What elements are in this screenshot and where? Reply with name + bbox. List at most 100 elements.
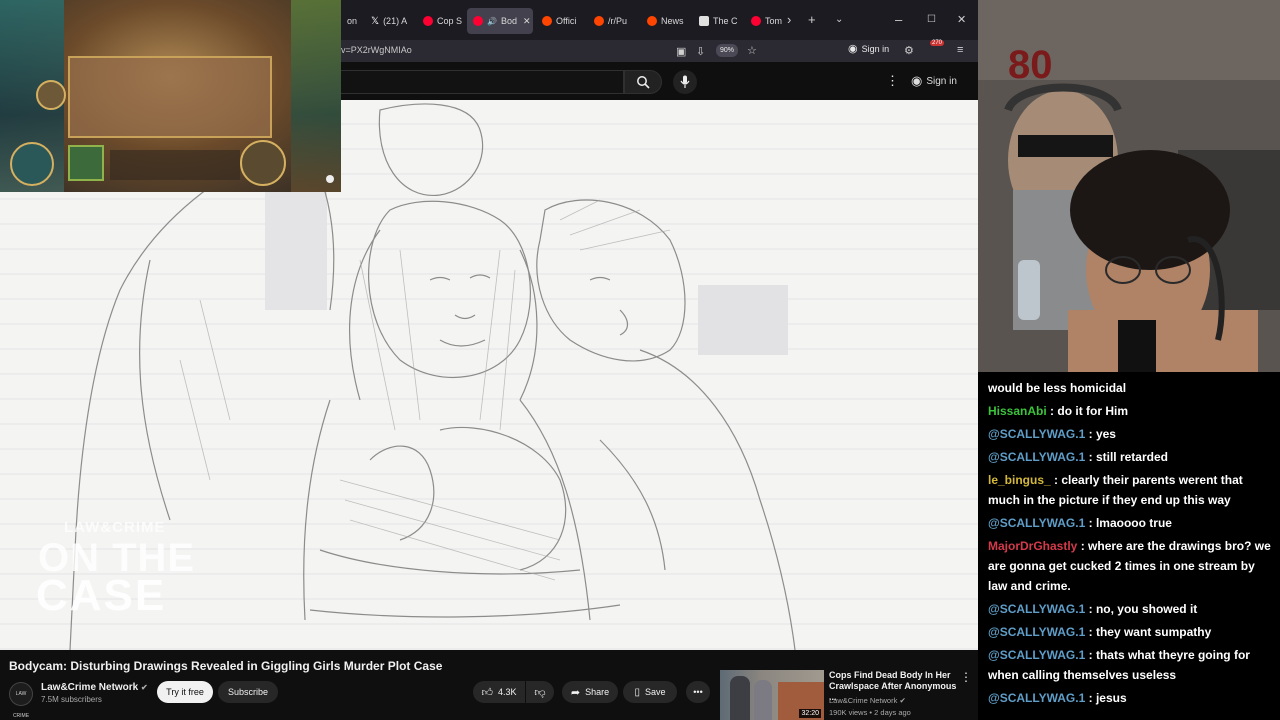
share-arrow-icon: ➦ (570, 686, 581, 699)
menu-icon[interactable]: ≡ (957, 44, 963, 56)
address-bar-url[interactable]: v=PX2rWgNMIAo (341, 45, 412, 55)
thumbs-up-icon: 👍︎ (481, 686, 493, 699)
subscribe-button[interactable]: Subscribe (218, 681, 278, 703)
close-icon[interactable]: ✕ (523, 16, 531, 27)
chat-message: @SCALLYWAG.1 : thats what theyre going f… (988, 645, 1272, 685)
chat-message: MajorDrGhastly : where are the drawings … (988, 536, 1272, 596)
minimize-icon[interactable]: – (895, 12, 902, 28)
browser-tab[interactable]: Cop S (417, 8, 467, 34)
chat-username[interactable]: @SCALLYWAG.1 (988, 516, 1085, 530)
settings-gear-icon (326, 175, 334, 183)
browser-tab[interactable]: on (341, 8, 365, 34)
youtube-masthead: ⋮ ◉ Sign in (341, 62, 978, 100)
reader-view-icon[interactable]: ▣ (676, 45, 686, 58)
chat-username[interactable]: le_bingus_ (988, 473, 1051, 487)
chat-text: : they want sumpathy (1088, 625, 1212, 639)
chat-username[interactable]: MajorDrGhastly (988, 539, 1077, 553)
bookmark-icon: ▯ (634, 686, 640, 698)
more-options-icon[interactable]: ⋮ (886, 73, 899, 89)
maximize-icon[interactable]: ☐ (927, 12, 936, 28)
chat-text: : do it for Him (1050, 404, 1129, 418)
more-dots-icon: ••• (693, 687, 703, 697)
verified-icon: ✔ (899, 696, 906, 705)
like-count: 4.3K (497, 687, 517, 697)
browser-tab[interactable]: 𝕏 (21) A (365, 8, 415, 34)
chat-username[interactable]: @SCALLYWAG.1 (988, 450, 1085, 464)
webcam-image: 80 (978, 0, 1280, 372)
video-title: Bodycam: Disturbing Drawings Revealed in… (9, 659, 443, 673)
more-actions-button[interactable]: ••• (686, 681, 710, 703)
browser-tab[interactable]: The C (693, 8, 745, 34)
search-button[interactable] (624, 70, 662, 94)
tab-list-icon[interactable]: ⌄ (835, 12, 843, 28)
thumbs-down-icon: 👎︎ (534, 686, 546, 699)
zoom-level[interactable]: 90% (716, 44, 738, 57)
browser-tab[interactable]: Offici (536, 8, 588, 34)
search-input[interactable] (341, 70, 624, 94)
recommended-thumbnail[interactable]: 32:20 (720, 670, 824, 720)
tab-label: The C (713, 16, 738, 26)
chat-text: : jesus (1088, 691, 1127, 705)
chat-username[interactable]: HissanAbi (988, 404, 1047, 418)
browser-tab[interactable]: Tom (745, 8, 785, 34)
game-side-panel-right (291, 0, 341, 192)
chat-username[interactable]: @SCALLYWAG.1 (988, 625, 1085, 639)
stream-screen: on 𝕏 (21) A Cop S 🔊 Bod ✕ Offici /r/Pu N… (0, 0, 1280, 720)
x-icon: 𝕏 (371, 15, 380, 27)
chat-message: @SCALLYWAG.1 : still retarded (988, 447, 1272, 467)
chat-message: would be less homicidal (988, 378, 1272, 398)
speaker-icon: 🔊 (487, 16, 497, 26)
chat-text: : still retarded (1088, 450, 1168, 464)
watermark-line-3: CASE (36, 571, 167, 620)
window-close-icon[interactable]: ✕ (957, 12, 966, 28)
tab-label: Offici (556, 16, 577, 26)
channel-avatar[interactable]: LAW CRIME (9, 682, 33, 719)
tab-label: on (347, 16, 358, 26)
extensions-icon[interactable]: ⚙ (904, 44, 914, 57)
download-icon[interactable]: ⇩ (696, 45, 705, 58)
game-card-icon (68, 145, 104, 181)
more-options-icon[interactable]: ⋮ (960, 670, 972, 684)
youtube-sign-in-button[interactable]: ◉ Sign in (911, 73, 957, 89)
dislike-button[interactable]: 👎︎ (526, 681, 554, 703)
wikipedia-icon (699, 16, 709, 26)
new-tab-icon[interactable]: + (808, 12, 816, 28)
chat-username[interactable]: @SCALLYWAG.1 (988, 602, 1085, 616)
reddit-icon (594, 16, 604, 26)
chat-message: @SCALLYWAG.1 : yes (988, 424, 1272, 444)
search-icon (637, 76, 650, 89)
browser-tab-active[interactable]: 🔊 Bod ✕ (467, 8, 533, 34)
browser-tab[interactable]: News (641, 8, 693, 34)
channel-name-label: Law&Crime Network (41, 682, 139, 693)
chat-username[interactable]: @SCALLYWAG.1 (988, 427, 1085, 441)
tab-label: Cop S (437, 16, 463, 26)
youtube-icon (423, 16, 433, 26)
chat-username[interactable]: @SCALLYWAG.1 (988, 691, 1085, 705)
game-hand-bar (110, 150, 240, 180)
try-it-free-button[interactable]: Try it free (157, 681, 213, 703)
voice-search-button[interactable] (673, 70, 697, 94)
account-icon: ◉ (848, 43, 858, 55)
account-icon: ◉ (911, 73, 923, 88)
browser-sign-in-button[interactable]: ◉ Sign in (848, 42, 889, 55)
browser-tab[interactable]: /r/Pu (588, 8, 640, 34)
chat-message: le_bingus_ : clearly their parents weren… (988, 470, 1272, 510)
save-button[interactable]: ▯ Save (623, 681, 677, 703)
save-label: Save (645, 687, 666, 697)
chat-text: : no, you showed it (1088, 602, 1198, 616)
browser-tab-bar: on 𝕏 (21) A Cop S 🔊 Bod ✕ Offici /r/Pu N… (341, 0, 978, 40)
youtube-icon (751, 16, 761, 26)
bookmark-star-icon[interactable]: ☆ (747, 44, 757, 57)
channel-name[interactable]: Law&Crime Network ✔ (41, 682, 148, 693)
game-end-turn-icon (240, 140, 286, 186)
thumbnail-figure (754, 680, 772, 720)
youtube-icon (473, 16, 483, 26)
tab-scroll-right-icon[interactable]: › (787, 12, 791, 28)
chat-username[interactable]: @SCALLYWAG.1 (988, 648, 1085, 662)
recommended-channel: Law&Crime Network ✔ (829, 696, 906, 705)
share-button[interactable]: ➦ Share (562, 681, 618, 703)
reddit-icon (647, 16, 657, 26)
browser-sign-in-label: Sign in (861, 43, 890, 54)
like-button[interactable]: 👍︎ 4.3K (473, 681, 525, 703)
chat-text: : lmaoooo true (1088, 516, 1172, 530)
